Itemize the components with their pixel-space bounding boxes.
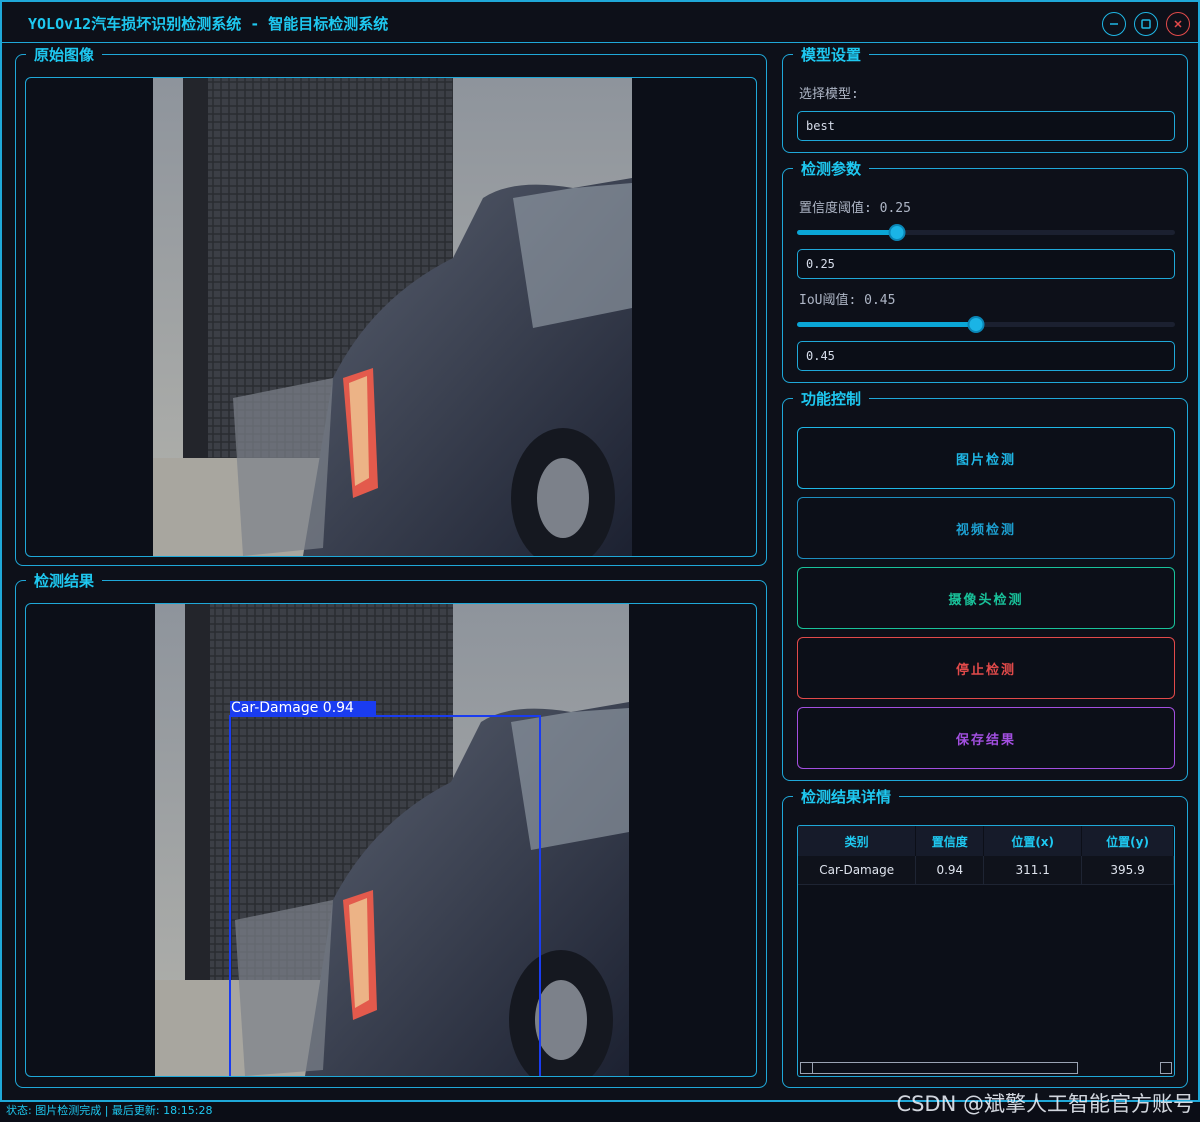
main-window: YOLOv12汽车损坏识别检测系统 - 智能目标检测系统 原始图像 检测结果 C… xyxy=(0,0,1200,1102)
watermark: CSDN @斌擎人工智能官方账号 xyxy=(896,1092,1194,1116)
cell-pos-y: 395.9 xyxy=(1081,856,1174,885)
result-image-frame: Car-Damage 0.94 xyxy=(25,603,757,1077)
result-table: 类别 置信度 位置(x) 位置(y) Car-Damage 0.94 311.1… xyxy=(798,826,1174,885)
result-details-group: 检测结果详情 类别 置信度 位置(x) 位置(y) Car-Damage 0.9… xyxy=(782,786,1188,1088)
iou-threshold-input[interactable]: 0.45 xyxy=(797,341,1175,371)
maximize-button[interactable] xyxy=(1134,12,1158,36)
scroll-corner xyxy=(1160,1062,1172,1074)
col-pos-y[interactable]: 位置(y) xyxy=(1081,826,1174,856)
select-model-label: 选择模型: xyxy=(799,87,859,102)
col-class[interactable]: 类别 xyxy=(798,826,917,856)
result-image-group: 检测结果 Car-Damage 0.94 xyxy=(15,570,767,1088)
result-details-title: 检测结果详情 xyxy=(793,786,900,808)
car-photo xyxy=(153,78,632,556)
iou-threshold-slider[interactable] xyxy=(797,316,1175,333)
save-result-button[interactable]: 保存结果 xyxy=(797,707,1175,769)
close-icon xyxy=(1174,20,1182,28)
camera-detect-button[interactable]: 摄像头检测 xyxy=(797,567,1175,629)
result-image-title: 检测结果 xyxy=(26,570,103,592)
col-pos-x[interactable]: 位置(x) xyxy=(983,826,1083,856)
function-control-title: 功能控制 xyxy=(793,388,870,410)
window-title: YOLOv12汽车损坏识别检测系统 - 智能目标检测系统 xyxy=(28,15,389,33)
conf-threshold-slider[interactable] xyxy=(797,224,1175,241)
result-table-frame: 类别 置信度 位置(x) 位置(y) Car-Damage 0.94 311.1… xyxy=(797,825,1175,1077)
close-button[interactable] xyxy=(1166,12,1190,36)
original-image xyxy=(153,78,632,556)
minimize-button[interactable] xyxy=(1102,12,1126,36)
detection-params-title: 检测参数 xyxy=(793,158,870,180)
conf-slider-handle[interactable] xyxy=(888,224,906,241)
table-row[interactable]: Car-Damage 0.94 311.1 395.9 xyxy=(798,856,1174,885)
original-image-title: 原始图像 xyxy=(26,44,103,66)
cell-confidence: 0.94 xyxy=(915,856,985,885)
title-bar: YOLOv12汽车损坏识别检测系统 - 智能目标检测系统 xyxy=(2,2,1198,44)
conf-threshold-input[interactable]: 0.25 xyxy=(797,249,1175,279)
title-divider xyxy=(2,42,1198,43)
original-image-frame xyxy=(25,77,757,557)
bbox-label: Car-Damage 0.94 xyxy=(231,700,354,716)
car-photo-annotated xyxy=(155,604,629,1076)
horizontal-scrollbar[interactable] xyxy=(800,1062,1078,1074)
minimize-icon xyxy=(1110,23,1118,25)
result-image: Car-Damage 0.94 xyxy=(155,604,629,1076)
function-control-group: 功能控制 图片检测 视频检测 摄像头检测 停止检测 保存结果 xyxy=(782,388,1188,781)
iou-slider-handle[interactable] xyxy=(967,316,985,333)
model-select[interactable]: best xyxy=(797,111,1175,141)
iou-threshold-label: IoU阈值: 0.45 xyxy=(799,293,896,308)
video-detect-button[interactable]: 视频检测 xyxy=(797,497,1175,559)
conf-threshold-label: 置信度阈值: 0.25 xyxy=(799,201,911,216)
original-image-group: 原始图像 xyxy=(15,44,767,566)
maximize-icon xyxy=(1141,19,1151,29)
image-detect-button[interactable]: 图片检测 xyxy=(797,427,1175,489)
cell-pos-x: 311.1 xyxy=(983,856,1083,885)
detection-params-group: 检测参数 置信度阈值: 0.25 0.25 IoU阈值: 0.45 0.45 xyxy=(782,158,1188,383)
model-settings-group: 模型设置 选择模型: best xyxy=(782,44,1188,153)
table-header-row: 类别 置信度 位置(x) 位置(y) xyxy=(798,826,1174,856)
model-settings-title: 模型设置 xyxy=(793,44,870,66)
cell-class: Car-Damage xyxy=(798,856,917,885)
stop-detect-button[interactable]: 停止检测 xyxy=(797,637,1175,699)
col-confidence[interactable]: 置信度 xyxy=(915,826,985,856)
